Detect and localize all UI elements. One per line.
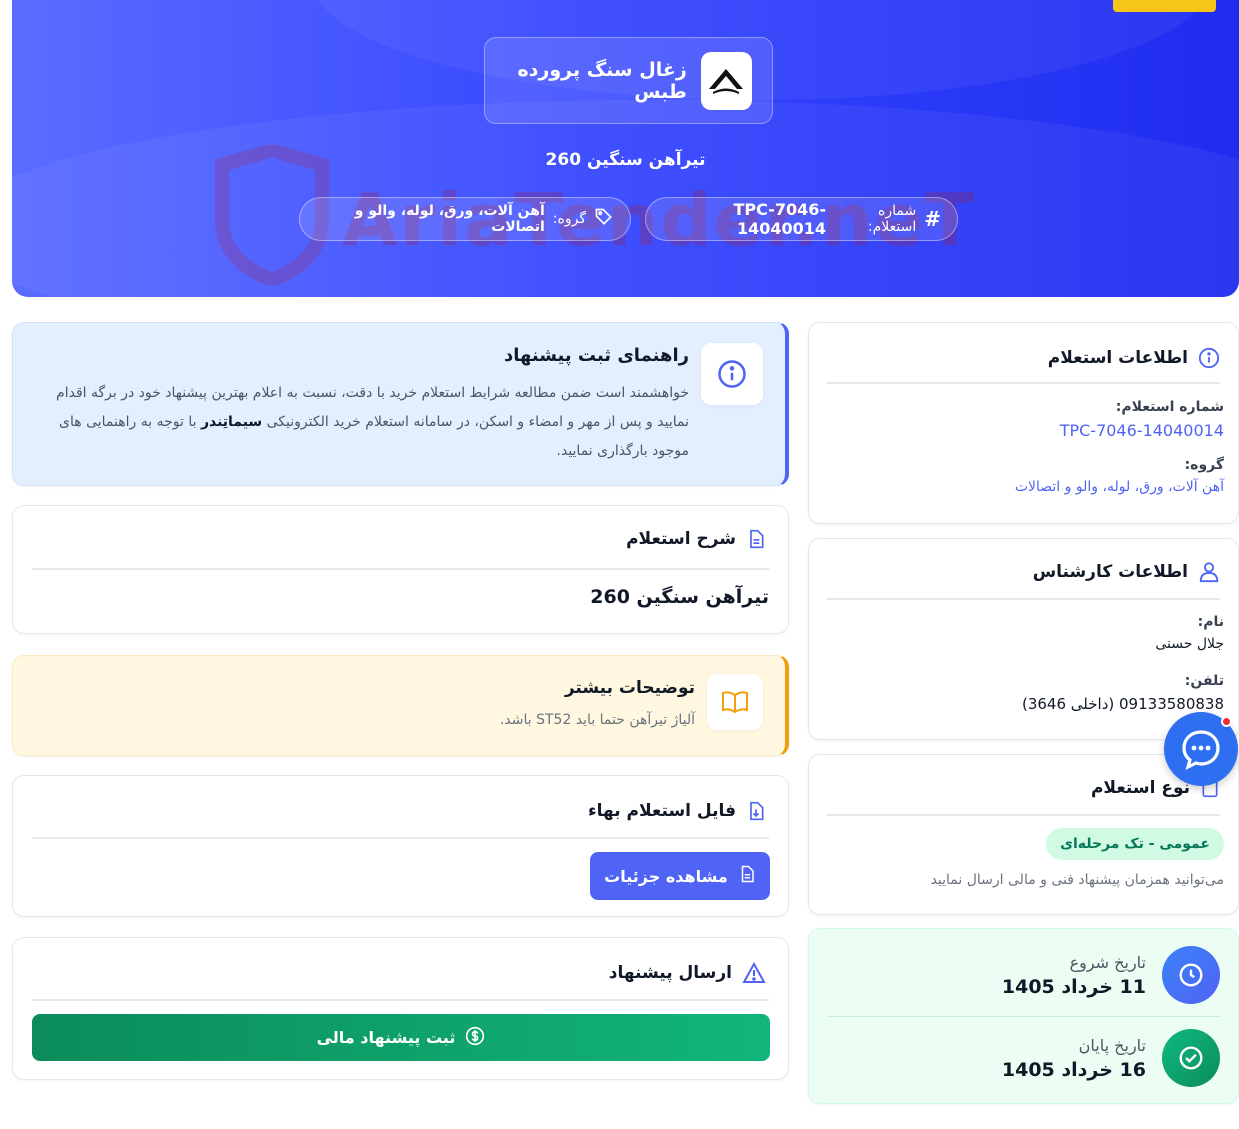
hero-header: AriaTender.neT زغال سنگ پرورده طبس تیرآه…	[12, 0, 1239, 297]
type-title: نوع استعلام	[1090, 778, 1190, 798]
book-icon	[707, 674, 763, 730]
inquiry-info-header: اطلاعات استعلام	[1048, 347, 1220, 369]
guide-brand: سیماتِندر	[200, 414, 263, 430]
send-offer-card: ارسال پیشنهاد ثبت پیشنهاد مالی	[12, 937, 789, 1080]
group-pill: گروه: آهن آلات، ورق، لوله، والو و اتصالا…	[299, 197, 631, 241]
end-date-value: 16 خرداد 1405	[1001, 1058, 1146, 1081]
type-badge-wrap: عمومی - تک مرحله‌ای	[1046, 828, 1224, 860]
view-details-button[interactable]: مشاهده جزئیات	[590, 852, 770, 900]
guide-text: خواهشمند است ضمن مطالعه شرایط استعلام خر…	[56, 385, 689, 459]
description-card: شرح استعلام تیرآهن سنگین 260	[12, 505, 789, 634]
download-file-icon	[746, 800, 766, 822]
start-date-value: 11 خرداد 1405	[1001, 975, 1146, 998]
end-date-row: تاریخ پایان 16 خرداد 1405	[984, 1029, 1238, 1087]
type-note: می‌توانید همزمان پیشنهاد فنی و مالی ارسا…	[930, 872, 1224, 888]
expert-name-label: نام:	[1197, 614, 1224, 630]
inquiry-number-value: TPC-7046-14040014	[1059, 421, 1224, 440]
group-value: آهن آلات، ورق، لوله، والو و اتصالات	[1014, 479, 1224, 495]
inquiry-info-title: اطلاعات استعلام	[1047, 348, 1188, 368]
chat-bubble-icon	[1182, 730, 1220, 771]
expert-header: اطلاعات کارشناس	[1033, 561, 1220, 583]
dates-card: تاریخ شروع 11 خرداد 1405 تاریخ پایان 16 …	[808, 928, 1239, 1104]
send-title: ارسال پیشنهاد	[608, 963, 732, 983]
tag-icon	[594, 207, 614, 231]
description-header: شرح استعلام	[626, 528, 766, 550]
expert-name-field: نام: جلال حسنی	[1155, 614, 1224, 652]
inquiry-info-divider	[827, 382, 1220, 384]
group-label: گروه:	[552, 211, 586, 227]
more-value: آلیاژ تیرآهن حتما باید ST52 باشد.	[499, 712, 695, 728]
type-divider	[827, 814, 1220, 816]
info-circle-icon	[1198, 347, 1220, 369]
inquiry-type-badge: عمومی - تک مرحله‌ای	[1046, 828, 1224, 860]
expert-title: اطلاعات کارشناس	[1032, 562, 1188, 582]
price-file-card: فایل استعلام بهاء مشاهده جزئیات	[12, 775, 789, 917]
dollar-circle-icon	[465, 1026, 485, 1050]
hash-icon: #	[924, 207, 941, 231]
inquiry-type-card: نوع استعلام عمومی - تک مرحله‌ای می‌توانی…	[808, 754, 1239, 915]
warning-icon	[742, 962, 766, 984]
description-value: تیرآهن سنگین 260	[590, 586, 769, 608]
expert-divider	[827, 598, 1220, 600]
expert-info-card: اطلاعات کارشناس نام: جلال حسنی تلفن: 091…	[808, 538, 1239, 740]
hero-title: تیرآهن سنگین 260	[545, 150, 706, 170]
guide-card: راهنمای ثبت پیشنهاد خواهشمند است ضمن مطا…	[12, 322, 789, 486]
top-accent-bar	[1113, 0, 1216, 12]
start-date-row: تاریخ شروع 11 خرداد 1405	[984, 946, 1238, 1004]
more-title: توضیحات بیشتر	[564, 678, 695, 698]
group-label: گروه:	[1184, 457, 1224, 473]
description-title: شرح استعلام	[626, 529, 736, 549]
submit-financial-offer-button[interactable]: ثبت پیشنهاد مالی	[32, 1014, 770, 1061]
expert-name-value: جلال حسنی	[1155, 636, 1224, 652]
chat-notification-dot	[1221, 716, 1232, 727]
company-name: زغال سنگ پرورده طبس	[517, 58, 687, 103]
inquiry-info-card: اطلاعات استعلام شماره استعلام: TPC-7046-…	[808, 322, 1239, 524]
dates-divider	[827, 1016, 1220, 1017]
info-circle-icon	[701, 343, 763, 405]
expert-phone-field: تلفن: 09133580838 (داخلی 3646)	[1022, 673, 1224, 713]
expert-phone-label: تلفن:	[1184, 673, 1224, 689]
guide-title: راهنمای ثبت پیشنهاد	[503, 345, 689, 366]
description-divider	[32, 568, 769, 570]
end-date-label: تاریخ پایان	[1078, 1035, 1146, 1055]
inquiry-number-value: TPC-7046-14040014	[733, 200, 827, 238]
view-details-label: مشاهده جزئیات	[604, 866, 728, 886]
file-divider	[32, 837, 769, 839]
document-icon	[746, 528, 766, 550]
clock-icon	[1162, 946, 1220, 1004]
file-title: فایل استعلام بهاء	[587, 801, 736, 821]
inquiry-number-pill: # شماره استعلام: TPC-7046-14040014	[645, 197, 958, 241]
inquiry-number-label: شماره استعلام:	[867, 203, 917, 235]
user-icon	[1198, 561, 1220, 583]
group-field: گروه: آهن آلات، ورق، لوله، والو و اتصالا…	[1015, 457, 1224, 495]
group-value: آهن آلات، ورق، لوله، والو و اتصالات	[354, 203, 545, 235]
company-logo	[700, 51, 752, 110]
expert-phone-value[interactable]: 09133580838 (داخلی 3646)	[1022, 695, 1224, 713]
more-info-card: توضیحات بیشتر آلیاژ تیرآهن حتما باید ST5…	[12, 655, 789, 756]
file-header: فایل استعلام بهاء	[588, 800, 766, 822]
submit-financial-offer-label: ثبت پیشنهاد مالی	[316, 1028, 456, 1047]
inquiry-number-field: شماره استعلام: TPC-7046-14040014	[1060, 399, 1224, 440]
company-badge: زغال سنگ پرورده طبس	[484, 37, 773, 124]
send-header: ارسال پیشنهاد	[609, 962, 766, 984]
check-circle-icon	[1162, 1029, 1220, 1087]
start-date-label: تاریخ شروع	[1069, 952, 1146, 972]
send-divider	[32, 999, 769, 1001]
inquiry-number-label: شماره استعلام:	[1115, 399, 1224, 415]
document-icon	[738, 864, 756, 888]
